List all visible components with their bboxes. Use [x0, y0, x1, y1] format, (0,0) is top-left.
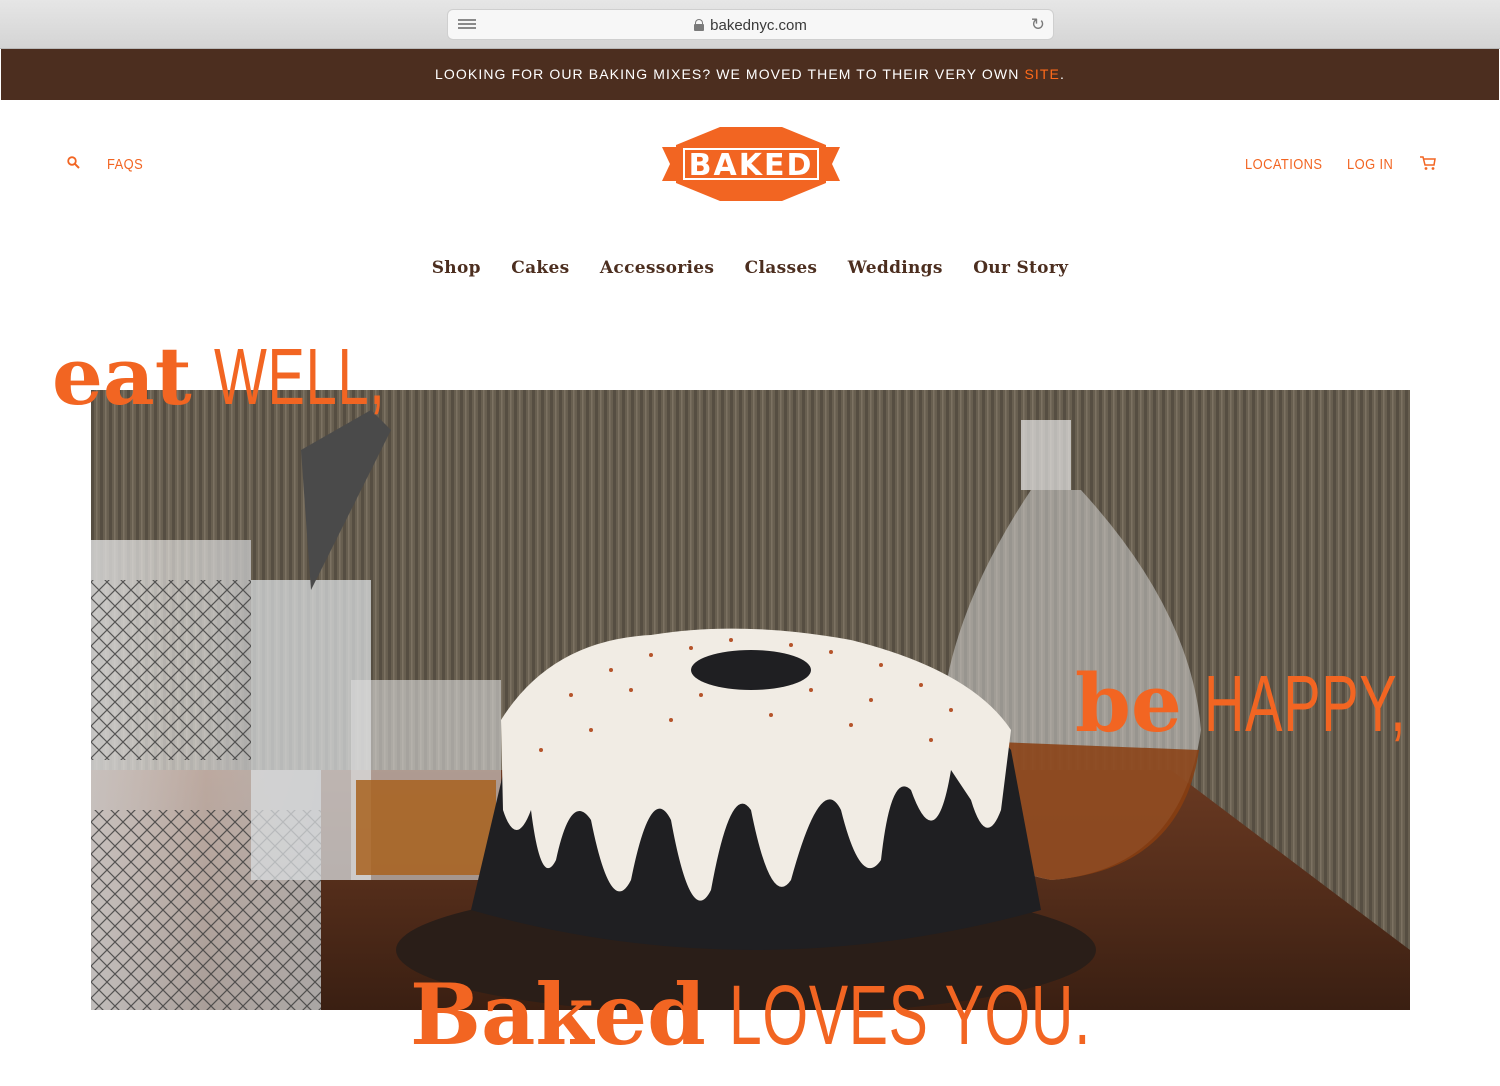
- tagline-happy: HAPPY,: [1204, 659, 1407, 748]
- cart-icon[interactable]: [1419, 154, 1437, 172]
- hero-tagline-baked-loves-you: Baked LOVES YOU.: [410, 968, 1246, 1062]
- tagline-loves-you: LOVES YOU.: [729, 968, 1092, 1062]
- nav-our-story[interactable]: Our Story: [973, 258, 1068, 278]
- hero-tagline-be-happy: be HAPPY,: [1075, 663, 1493, 744]
- nav-cakes[interactable]: Cakes: [511, 258, 569, 278]
- tagline-eat: eat: [52, 329, 192, 423]
- browser-toolbar: bakednyc.com ↻: [0, 0, 1500, 49]
- banner-site-link[interactable]: SITE: [1024, 66, 1060, 82]
- hero-tagline-eat-well: eat WELL,: [52, 336, 459, 417]
- login-link[interactable]: LOG IN: [1347, 156, 1393, 173]
- logo-text: BAKED: [689, 148, 814, 183]
- tagline-well: WELL,: [213, 332, 386, 421]
- nav-shop[interactable]: Shop: [432, 258, 481, 278]
- announcement-banner: LOOKING FOR OUR BAKING MIXES? WE MOVED T…: [1, 49, 1499, 100]
- url-display[interactable]: bakednyc.com: [448, 17, 1053, 34]
- address-bar[interactable]: bakednyc.com ↻: [447, 9, 1054, 40]
- faqs-link[interactable]: FAQS: [107, 156, 143, 173]
- search-icon[interactable]: [67, 156, 80, 169]
- banner-text: LOOKING FOR OUR BAKING MIXES? WE MOVED T…: [435, 66, 1025, 82]
- url-text: bakednyc.com: [710, 17, 807, 34]
- lock-icon: [694, 19, 705, 31]
- reload-icon[interactable]: ↻: [1031, 16, 1045, 34]
- baked-logo[interactable]: BAKED: [660, 125, 842, 203]
- banner-suffix: .: [1059, 66, 1065, 82]
- tagline-be: be: [1075, 656, 1182, 750]
- main-nav: Shop Cakes Accessories Classes Weddings …: [0, 258, 1500, 278]
- nav-weddings[interactable]: Weddings: [848, 258, 943, 278]
- locations-link[interactable]: LOCATIONS: [1245, 156, 1322, 173]
- tagline-baked: Baked: [410, 965, 706, 1064]
- nav-accessories[interactable]: Accessories: [600, 258, 714, 278]
- nav-classes[interactable]: Classes: [745, 258, 818, 278]
